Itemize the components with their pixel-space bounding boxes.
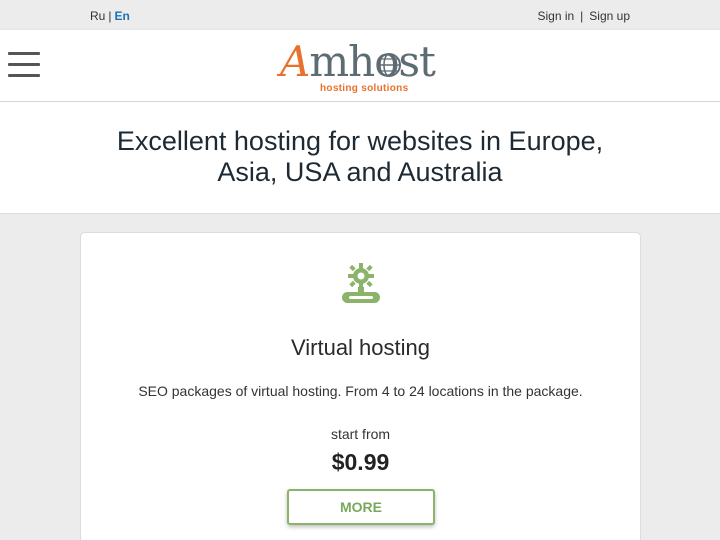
card-title: Virtual hosting bbox=[290, 335, 430, 360]
hamburger-menu-icon[interactable] bbox=[8, 52, 40, 78]
sign-up-link[interactable]: Sign up bbox=[589, 9, 630, 23]
language-switcher: Ru | En bbox=[90, 9, 130, 23]
logo-main-text: mhost bbox=[309, 37, 436, 86]
gear-server-icon bbox=[342, 263, 380, 303]
hamburger-line bbox=[8, 74, 40, 77]
more-button[interactable]: MORE bbox=[287, 489, 435, 525]
auth-separator: | bbox=[580, 9, 584, 23]
amhost-logo[interactable]: Amhost hosting solutions bbox=[280, 36, 444, 96]
price-prefix: start from bbox=[330, 426, 391, 442]
hero-section: Excellent hosting for websites in Europe… bbox=[0, 102, 720, 214]
hero-title: Excellent hosting for websites in Europe… bbox=[116, 126, 604, 187]
logo-letter: A bbox=[280, 37, 310, 86]
lang-separator: | bbox=[108, 9, 112, 23]
sign-in-link[interactable]: Sign in bbox=[537, 9, 574, 23]
logo-wordmark: Amhost bbox=[280, 36, 436, 88]
globe-icon bbox=[377, 53, 401, 77]
lang-ru-link[interactable]: Ru bbox=[90, 9, 105, 23]
lang-en-link[interactable]: En bbox=[114, 9, 129, 23]
hamburger-line bbox=[8, 63, 40, 66]
hamburger-line bbox=[8, 52, 40, 55]
card-description: SEO packages of virtual hosting. From 4 … bbox=[138, 383, 583, 399]
auth-links: Sign in | Sign up bbox=[537, 9, 630, 23]
price-value: $0.99 bbox=[331, 449, 390, 475]
logo-tagline: hosting solutions bbox=[320, 83, 409, 94]
top-utility-bar: Ru | En Sign in | Sign up bbox=[0, 0, 720, 30]
site-header: Amhost hosting solutions bbox=[0, 30, 720, 102]
virtual-hosting-card: Virtual hosting SEO packages of virtual … bbox=[80, 232, 641, 540]
